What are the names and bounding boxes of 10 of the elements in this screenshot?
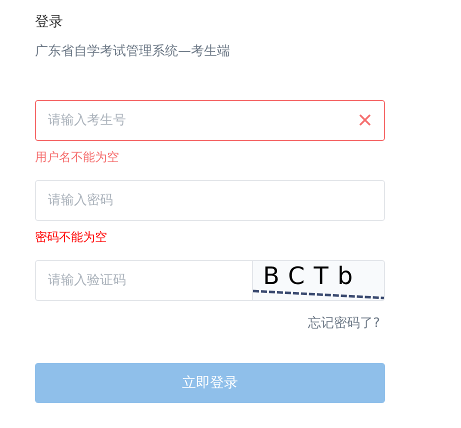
error-message: 用户名不能为空 xyxy=(35,149,119,165)
captcha-field[interactable]: 请输入验证码 xyxy=(35,260,252,301)
student-id-field[interactable]: 请输入考生号 xyxy=(35,100,385,141)
error-message: 密码不能为空 xyxy=(35,229,107,245)
system-subtitle: 广东省自学考试管理系统—考生端 xyxy=(35,43,231,61)
password-field[interactable]: 请输入密码 xyxy=(35,180,385,221)
login-title: 登录 xyxy=(35,13,64,32)
forgot-password-link[interactable]: 忘记密码了? xyxy=(308,315,380,333)
clear-icon[interactable] xyxy=(359,114,371,126)
captcha-image[interactable]: BCTb xyxy=(252,260,385,301)
